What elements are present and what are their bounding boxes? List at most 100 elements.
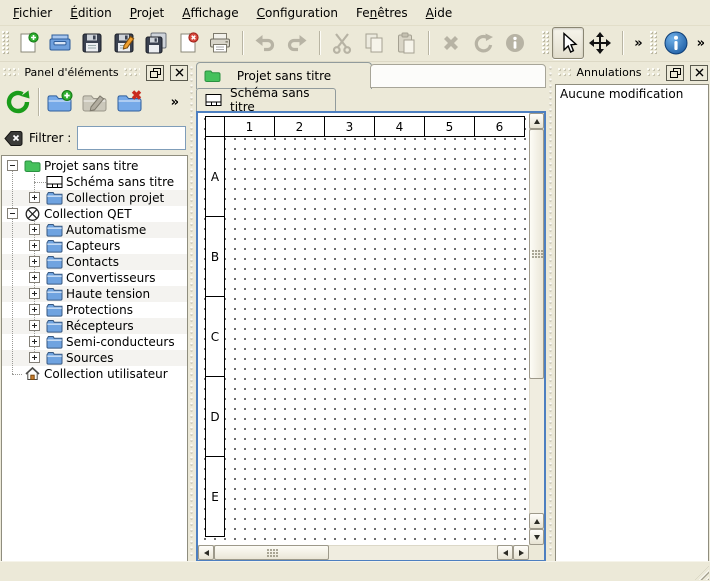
- tree-item-protections[interactable]: Protections: [2, 302, 187, 318]
- new-category-button[interactable]: [42, 85, 77, 120]
- float-panel-button[interactable]: [146, 65, 164, 81]
- filter-input[interactable]: [77, 126, 186, 150]
- menu-fichier[interactable]: Fichier: [4, 2, 61, 24]
- resize-grip-icon[interactable]: [695, 566, 709, 580]
- delete-category-button[interactable]: [112, 85, 147, 120]
- status-bar: [0, 561, 710, 581]
- panel-toolbar-overflow-chevron[interactable]: »: [166, 95, 184, 110]
- toolbar-drag-handle[interactable]: [542, 31, 549, 55]
- undo-list-item[interactable]: Aucune modification: [556, 85, 708, 103]
- scroll-right-button[interactable]: [513, 545, 529, 560]
- rotate-icon: [471, 31, 495, 55]
- vertical-scrollbar[interactable]: [529, 113, 544, 545]
- element-info-icon: [503, 31, 527, 55]
- tab-schema[interactable]: Schéma sans titre: [196, 88, 336, 111]
- tree-item-collection-qet[interactable]: Collection QET: [2, 206, 187, 222]
- tree-item-schema-sans-titre[interactable]: Schéma sans titre: [2, 174, 187, 190]
- menu-projet[interactable]: Projet: [121, 2, 173, 24]
- scroll-up-button-2[interactable]: [529, 513, 544, 529]
- new-document-button[interactable]: [12, 27, 44, 59]
- menu-configuration[interactable]: Configuration: [248, 2, 347, 24]
- folder-icon: [46, 190, 62, 206]
- select-arrow-button[interactable]: [552, 27, 584, 59]
- tree-item-collection-utilisateur[interactable]: Collection utilisateur: [2, 366, 187, 382]
- toolbar-drag-handle[interactable]: [650, 31, 657, 55]
- tree-item-projet-sans-titre[interactable]: Projet sans titre: [2, 158, 187, 174]
- save-as-icon: [113, 32, 135, 54]
- expand-icon[interactable]: [29, 304, 40, 315]
- open-file-button[interactable]: [44, 27, 76, 59]
- titlebar-texture: [647, 68, 660, 77]
- close-panel-button[interactable]: [690, 65, 708, 81]
- save-as-button[interactable]: [108, 27, 140, 59]
- about-info-button[interactable]: [660, 27, 692, 59]
- save-all-button[interactable]: [140, 27, 172, 59]
- move-button[interactable]: [584, 27, 616, 59]
- toolbar-overflow-chevron[interactable]: »: [629, 36, 647, 51]
- tree-item-haute-tension[interactable]: Haute tension: [2, 286, 187, 302]
- scroll-left-button[interactable]: [198, 545, 214, 560]
- menu-aide[interactable]: Aide: [417, 2, 462, 24]
- collapse-icon[interactable]: [7, 208, 18, 219]
- toolbar-row: »»: [0, 25, 710, 62]
- dock-area: Panel d'éléments » Filtrer : Projet sans…: [0, 62, 710, 562]
- tree-item-automatisme[interactable]: Automatisme: [2, 222, 187, 238]
- edit-category-button: [77, 85, 112, 120]
- splitter-right[interactable]: [546, 62, 555, 562]
- tree-item-semi-conducteurs[interactable]: Semi-conducteurs: [2, 334, 187, 350]
- print-button[interactable]: [204, 27, 236, 59]
- tree-item-label: Semi-conducteurs: [66, 335, 175, 349]
- expand-icon[interactable]: [29, 224, 40, 235]
- tree-item-label: Collection utilisateur: [44, 367, 168, 381]
- horizontal-scroll-thumb[interactable]: [214, 545, 329, 560]
- tree-item-contacts[interactable]: Contacts: [2, 254, 187, 270]
- save-button[interactable]: [76, 27, 108, 59]
- expand-icon[interactable]: [29, 240, 40, 251]
- tree-item-collection-projet[interactable]: Collection projet: [2, 190, 187, 206]
- tree-item-capteurs[interactable]: Capteurs: [2, 238, 187, 254]
- undo-icon: [253, 31, 277, 55]
- menu-affichage[interactable]: Affichage: [173, 2, 247, 24]
- scroll-left-button-2[interactable]: [497, 545, 513, 560]
- reload-collections-button[interactable]: [0, 85, 35, 120]
- home-icon: [24, 366, 40, 382]
- tree-item-convertisseurs[interactable]: Convertisseurs: [2, 270, 187, 286]
- close-panel-button[interactable]: [170, 65, 188, 81]
- float-panel-button[interactable]: [666, 65, 684, 81]
- arrow-up-icon: [534, 119, 540, 124]
- scroll-up-button[interactable]: [529, 113, 544, 129]
- file-toolbar: [0, 25, 531, 61]
- close-file-button[interactable]: [172, 27, 204, 59]
- tree-item-sources[interactable]: Sources: [2, 350, 187, 366]
- schema-icon: [46, 174, 62, 190]
- copy-button: [358, 27, 390, 59]
- expand-icon[interactable]: [29, 192, 40, 203]
- toolbar-overflow-chevron[interactable]: »: [692, 36, 710, 51]
- arrow-down-icon: [534, 535, 540, 540]
- qet-collection-icon: [24, 206, 40, 222]
- expand-icon[interactable]: [29, 336, 40, 347]
- undo-panel: Annulations Aucune modification: [555, 62, 710, 562]
- tree-item-label: Haute tension: [66, 287, 150, 301]
- horizontal-scrollbar[interactable]: [198, 545, 529, 560]
- tab-project[interactable]: Projet sans titre: [196, 62, 372, 89]
- scroll-down-button[interactable]: [529, 529, 544, 545]
- grid-row-header: C: [205, 296, 225, 377]
- collapse-icon[interactable]: [7, 160, 18, 171]
- toolbar-drag-handle[interactable]: [2, 31, 9, 55]
- expand-icon[interactable]: [29, 256, 40, 267]
- titlebar-texture: [124, 68, 140, 77]
- menu-edition[interactable]: Édition: [61, 2, 121, 24]
- folder-icon: [46, 254, 62, 270]
- splitter-left[interactable]: [188, 62, 196, 562]
- vertical-scroll-thumb[interactable]: [529, 129, 544, 379]
- elements-panel-title: Panel d'éléments: [24, 66, 118, 79]
- expand-icon[interactable]: [29, 320, 40, 331]
- tree-item-recepteurs[interactable]: Récepteurs: [2, 318, 187, 334]
- expand-icon[interactable]: [29, 288, 40, 299]
- menu-fenetres[interactable]: Fenêtres: [347, 2, 417, 24]
- expand-icon[interactable]: [29, 272, 40, 283]
- clear-filter-button[interactable]: [4, 130, 23, 147]
- expand-icon[interactable]: [29, 352, 40, 363]
- diagram-canvas[interactable]: 123456ABCDE: [198, 113, 529, 545]
